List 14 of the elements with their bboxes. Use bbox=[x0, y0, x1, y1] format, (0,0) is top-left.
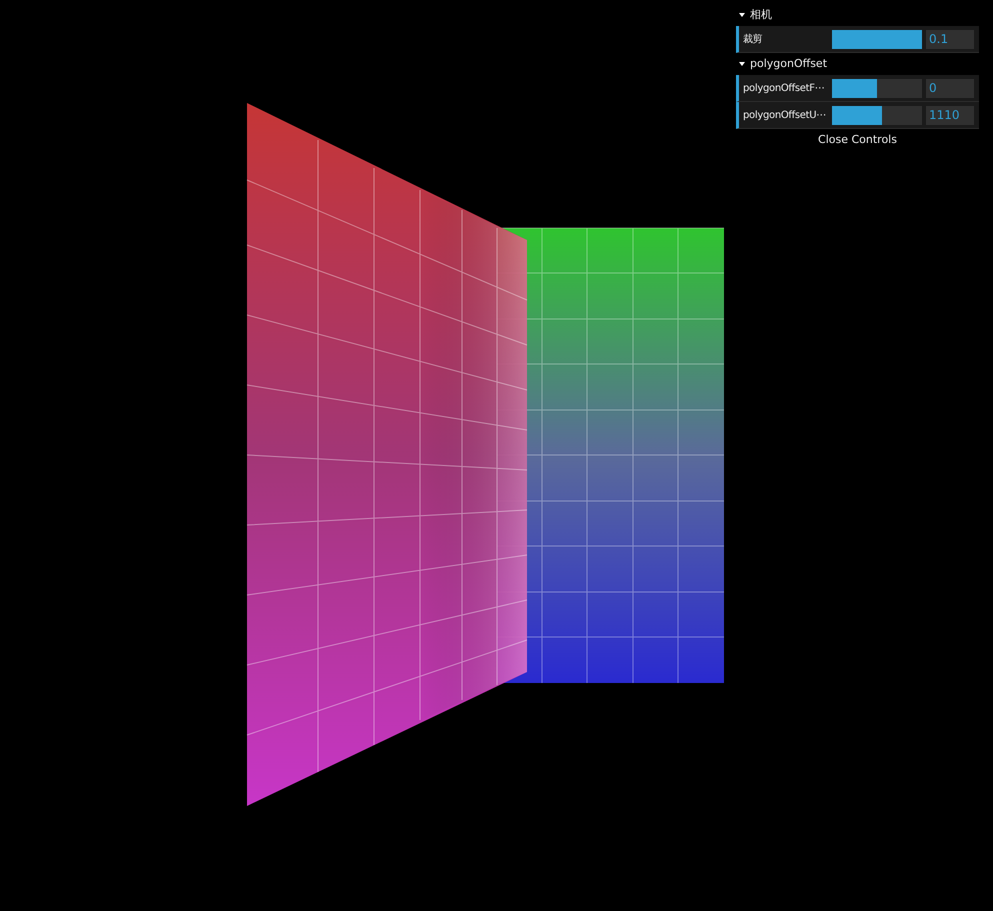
value-field[interactable]: 0 bbox=[926, 78, 974, 98]
caret-icon[interactable] bbox=[739, 62, 745, 66]
slider[interactable] bbox=[832, 78, 922, 98]
value-field[interactable]: 1110 bbox=[926, 106, 974, 124]
slider[interactable] bbox=[832, 30, 922, 48]
folder-title[interactable]: polygonOffset bbox=[750, 56, 828, 72]
control-label: 裁剪 bbox=[743, 32, 764, 46]
close-controls-button[interactable]: Close Controls bbox=[814, 131, 901, 150]
value-field[interactable]: 0.1 bbox=[926, 30, 974, 48]
control-label: polygonOffsetF⋯ bbox=[743, 82, 826, 96]
slider[interactable] bbox=[832, 106, 922, 124]
folder-title[interactable]: 相机 bbox=[750, 6, 772, 24]
control-label: polygonOffsetU⋯ bbox=[743, 108, 827, 122]
caret-icon[interactable] bbox=[739, 13, 745, 17]
